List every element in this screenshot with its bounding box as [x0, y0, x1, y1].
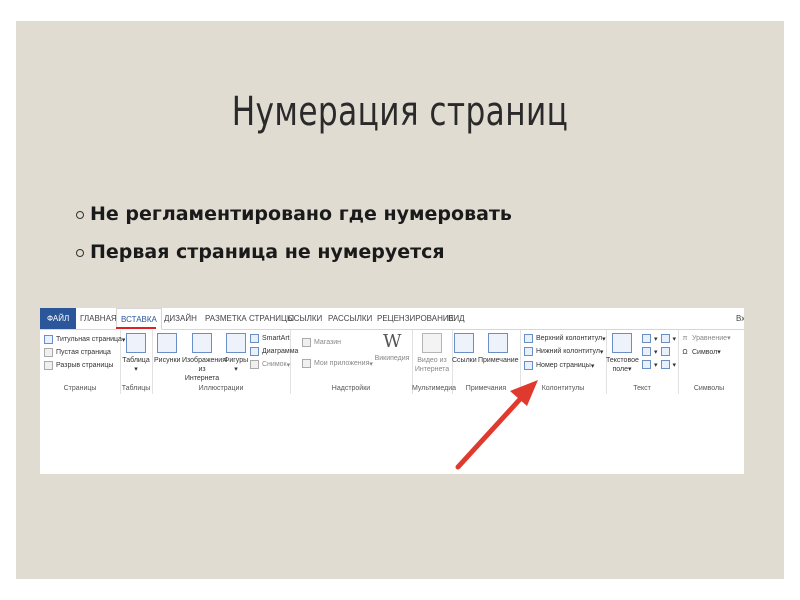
annotation-arrow	[455, 380, 538, 470]
arrow-shaft	[455, 394, 525, 470]
